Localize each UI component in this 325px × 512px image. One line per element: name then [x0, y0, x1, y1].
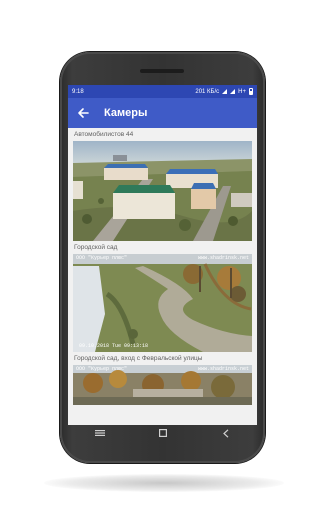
earpiece	[140, 69, 184, 73]
app-bar: Камеры	[68, 98, 257, 128]
camera-thumbnail-entrance[interactable]: ООО "Курьер плюс" www.shadrinsk.net	[73, 365, 252, 405]
camera-overlay-owner: ООО "Курьер плюс"	[76, 366, 128, 372]
camera-label: Городской сад	[74, 244, 118, 251]
app-screen: 9:18 201 КБ/с H+ Камеры Автомобилистов 4…	[68, 85, 257, 425]
camera-overlay-site: www.shadrinsk.net	[197, 255, 249, 261]
aerial-town-image	[73, 141, 252, 241]
phone-shadow	[44, 474, 284, 492]
promo-stage: 9:18 201 КБ/с H+ Камеры Автомобилистов 4…	[0, 0, 325, 512]
status-speed: 201 КБ/с	[195, 88, 220, 95]
arrow-back-icon[interactable]	[76, 106, 90, 120]
back-chevron-icon[interactable]	[216, 426, 236, 440]
signal-icon	[222, 89, 228, 94]
camera-overlay-site: www.shadrinsk.net	[197, 366, 249, 372]
camera-list: Автомобилистов 44 Городской сад ООО "Кур…	[68, 128, 257, 405]
system-nav-bar	[68, 425, 257, 441]
camera-label: Автомобилистов 44	[74, 131, 134, 138]
home-square-icon[interactable]	[153, 426, 173, 440]
camera-thumbnail-park[interactable]: ООО "Курьер плюс" www.shadrinsk.net 09.1…	[73, 254, 252, 352]
status-bar: 9:18 201 КБ/с H+	[68, 85, 257, 98]
page-title: Камеры	[104, 107, 148, 119]
park-path-image	[73, 254, 252, 352]
status-indicators: 201 КБ/с H+	[195, 88, 253, 95]
camera-overlay-timestamp: 09.10.2018 Tue 09:13:18	[79, 343, 149, 349]
menu-icon[interactable]	[90, 426, 110, 440]
signal-icon-2	[230, 89, 236, 94]
status-network: H+	[238, 88, 246, 95]
status-time: 9:18	[72, 88, 84, 95]
phone-frame: 9:18 201 КБ/с H+ Камеры Автомобилистов 4…	[60, 52, 265, 463]
camera-thumbnail-aerial[interactable]	[73, 141, 252, 241]
camera-label: Городской сад, вход с Февральской улицы	[74, 355, 203, 362]
battery-icon	[249, 88, 253, 95]
camera-overlay-owner: ООО "Курьер плюс"	[76, 255, 128, 261]
